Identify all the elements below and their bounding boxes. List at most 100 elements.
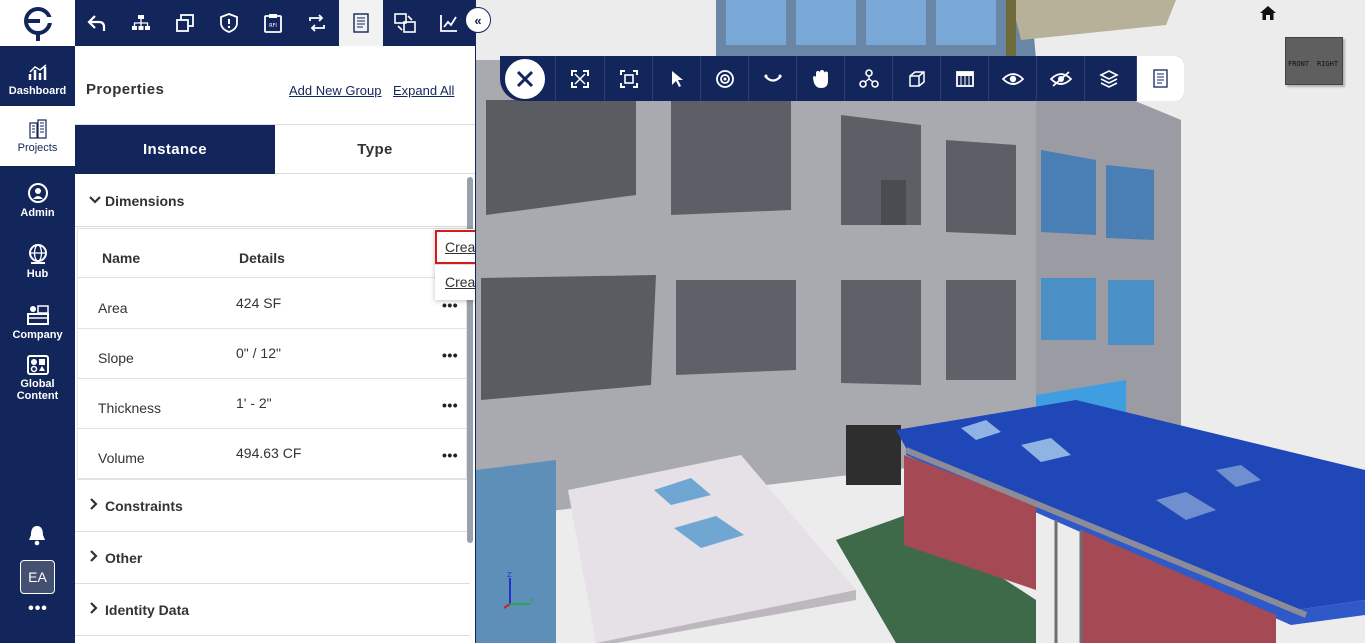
left-navigation: Dashboard Projects Admin Hub Company Glo… [0,0,75,643]
table-row: Volume 494.63 CF ••• [78,429,466,479]
show-icon[interactable] [988,56,1036,101]
home-icon[interactable] [1259,5,1277,26]
row-name: Slope [98,350,134,366]
properties-panel: RFI Properties Add New Group Expand All … [75,0,476,643]
shield-icon[interactable] [207,0,251,46]
global-content-icon [26,354,49,375]
nav-global-content-label: Global Content [16,377,59,402]
section-identity-data-label: Identity Data [105,601,190,618]
fullscreen-icon[interactable] [555,56,603,101]
add-new-group-link[interactable]: Add New Group [289,83,382,98]
panel-title: Properties [86,81,165,98]
back-icon[interactable] [75,0,119,46]
axis-gizmo: Z Y [503,570,538,615]
nav-company[interactable]: Company [0,292,75,352]
layers-icon[interactable] [1084,56,1132,101]
row-value: 424 SF [236,295,282,311]
nav-company-label: Company [12,328,63,341]
double-chevron-left-icon: « [474,12,482,28]
buildings-icon [28,118,47,139]
viewcube[interactable]: FRONT RIGHT [1285,37,1343,85]
nav-global-content[interactable]: Global Content [0,350,75,406]
tab-type[interactable]: Type [275,125,475,174]
bell-icon[interactable] [26,524,48,551]
row-name: Volume [98,450,145,466]
svg-text:RFI: RFI [269,23,277,29]
table-row: Slope 0" / 12" ••• [78,329,466,379]
nav-projects-label: Projects [17,141,58,154]
nav-more-icon[interactable]: ••• [26,600,50,618]
rfi-clipboard-icon[interactable]: RFI [251,0,295,46]
row-more-icon[interactable]: ••• [442,347,458,363]
chevron-right-icon [89,498,103,513]
pan-hand-icon[interactable] [796,56,844,101]
section-constraints-label: Constraints [105,497,183,514]
nav-admin[interactable]: Admin [0,170,75,230]
table-row: Thickness 1' - 2" ••• [78,379,466,429]
viewcube-right-label[interactable]: RIGHT [1317,60,1338,68]
properties-sheet-icon[interactable] [339,0,383,46]
tab-instance[interactable]: Instance [75,125,275,174]
row-name: Area [98,300,128,316]
section-other-label: Other [105,549,143,566]
nav-dashboard[interactable]: Dashboard [0,50,75,110]
section-dimensions-label: Dimensions [105,192,185,209]
row-name: Thickness [98,400,162,416]
header-details: Details [239,250,285,266]
create-issue-menu-item[interactable]: Create Issue [435,230,476,264]
section-dimensions[interactable]: Dimensions [75,175,470,227]
nav-hub-label: Hub [26,267,49,280]
nav-dashboard-label: Dashboard [8,84,67,97]
section-other[interactable]: Other [75,532,470,584]
create-issue-label: Create Issue [445,239,476,255]
admin-user-icon [27,182,48,203]
section-identity-data[interactable]: Identity Data [75,584,470,636]
compare-icon[interactable] [383,0,427,46]
ecolane-e-logo-icon[interactable] [0,0,75,46]
expand-all-link[interactable]: Expand All [393,83,454,98]
viewer-toolbar [500,56,1184,101]
nav-projects[interactable]: Projects [0,106,75,166]
swap-icon[interactable] [295,0,339,46]
chevron-down-icon [89,193,103,208]
properties-table: Name Details Area 424 SF ••• Slope 0" / … [77,228,467,480]
model-tree-icon[interactable] [844,56,892,101]
create-rfi-menu-item[interactable]: Create RFI [435,265,476,299]
hierarchy-icon[interactable] [119,0,163,46]
model-viewer[interactable]: FRONT RIGHT Z Y [476,0,1365,643]
row-more-icon[interactable]: ••• [442,447,458,463]
row-value: 0" / 12" [236,345,281,361]
nav-admin-label: Admin [20,206,55,219]
cube-icon[interactable] [892,56,940,101]
table-row: Area 424 SF ••• [78,279,466,329]
axis-y-label: Y [529,597,535,605]
company-icon [26,304,49,325]
panel-toolbar: RFI [75,0,475,46]
copy-windows-icon[interactable] [163,0,207,46]
collapse-panel-button[interactable]: « [465,7,491,33]
viewcube-front-label[interactable]: FRONT [1288,60,1309,68]
properties-sheet-icon[interactable] [1136,56,1184,101]
row-value: 494.63 CF [236,445,302,461]
axis-z-label: Z [507,571,512,579]
orbit-icon[interactable] [700,56,748,101]
table-header: Name Details [78,228,466,278]
row-context-menu: Create Issue Create RFI [435,229,476,300]
create-rfi-label: Create RFI [445,274,476,290]
chart-icon [28,63,46,80]
hide-icon[interactable] [1036,56,1084,101]
header-name: Name [102,250,141,266]
row-value: 1' - 2" [236,395,272,411]
avatar[interactable]: EA [20,560,55,594]
select-pointer-icon[interactable] [652,56,700,101]
globe-hub-icon [28,243,47,264]
section-box-icon[interactable] [940,56,988,101]
chevron-right-icon [89,602,103,617]
section-constraints[interactable]: Constraints [75,480,470,532]
nav-hub[interactable]: Hub [0,231,75,291]
look-icon[interactable] [748,56,796,101]
fit-frame-icon[interactable] [604,56,652,101]
chevron-right-icon [89,550,103,565]
close-icon[interactable] [504,58,546,100]
row-more-icon[interactable]: ••• [442,397,458,413]
